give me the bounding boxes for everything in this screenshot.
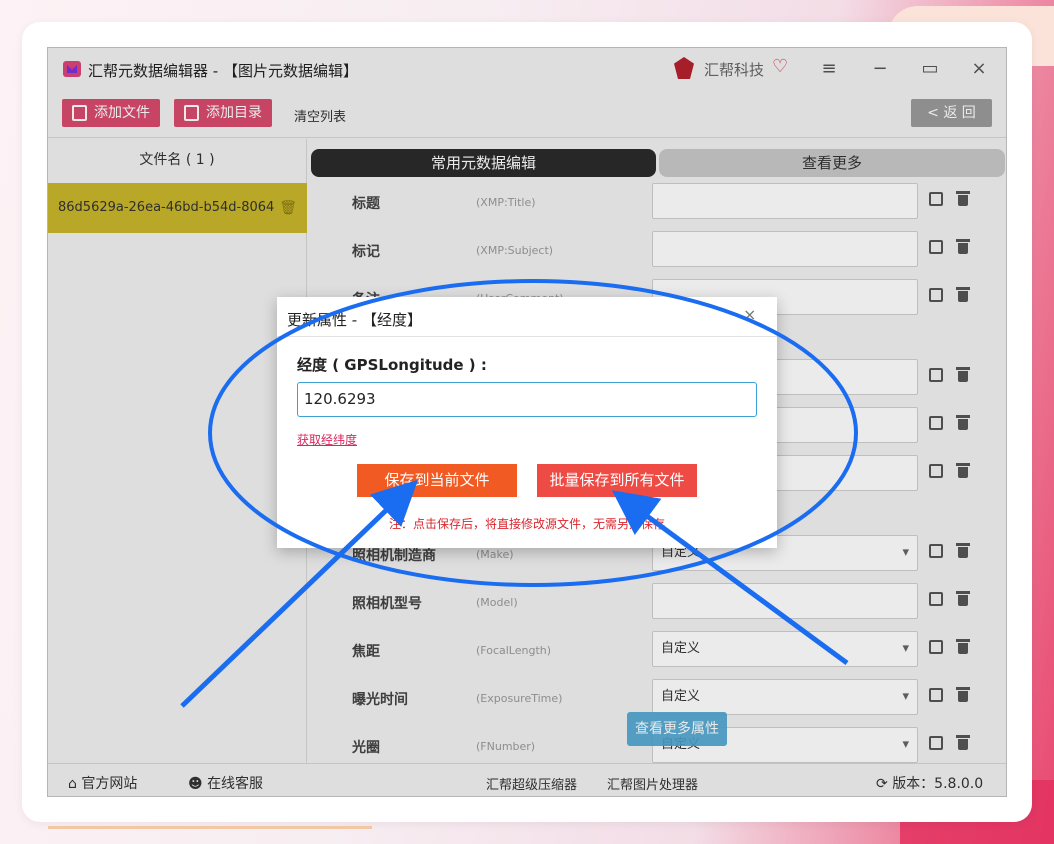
get-coordinates-link[interactable]: 获取经纬度 [297, 431, 357, 448]
background-line [48, 826, 372, 829]
longitude-input[interactable]: 120.6293 [297, 382, 757, 417]
batch-save-all-button[interactable]: 批量保存到所有文件 [537, 464, 697, 497]
dialog-title: 更新属性 - 【经度】 [287, 311, 422, 329]
save-note: 注：点击保存后，将直接修改源文件，无需另外保存 [388, 517, 665, 531]
close-icon[interactable]: × [743, 305, 756, 324]
update-property-dialog: 更新属性 - 【经度】 × 经度 ( GPSLongitude ) : 120.… [277, 297, 777, 548]
dialog-divider [277, 336, 777, 337]
save-current-file-button[interactable]: 保存到当前文件 [357, 464, 517, 497]
longitude-label: 经度 ( GPSLongitude ) : [297, 356, 487, 374]
